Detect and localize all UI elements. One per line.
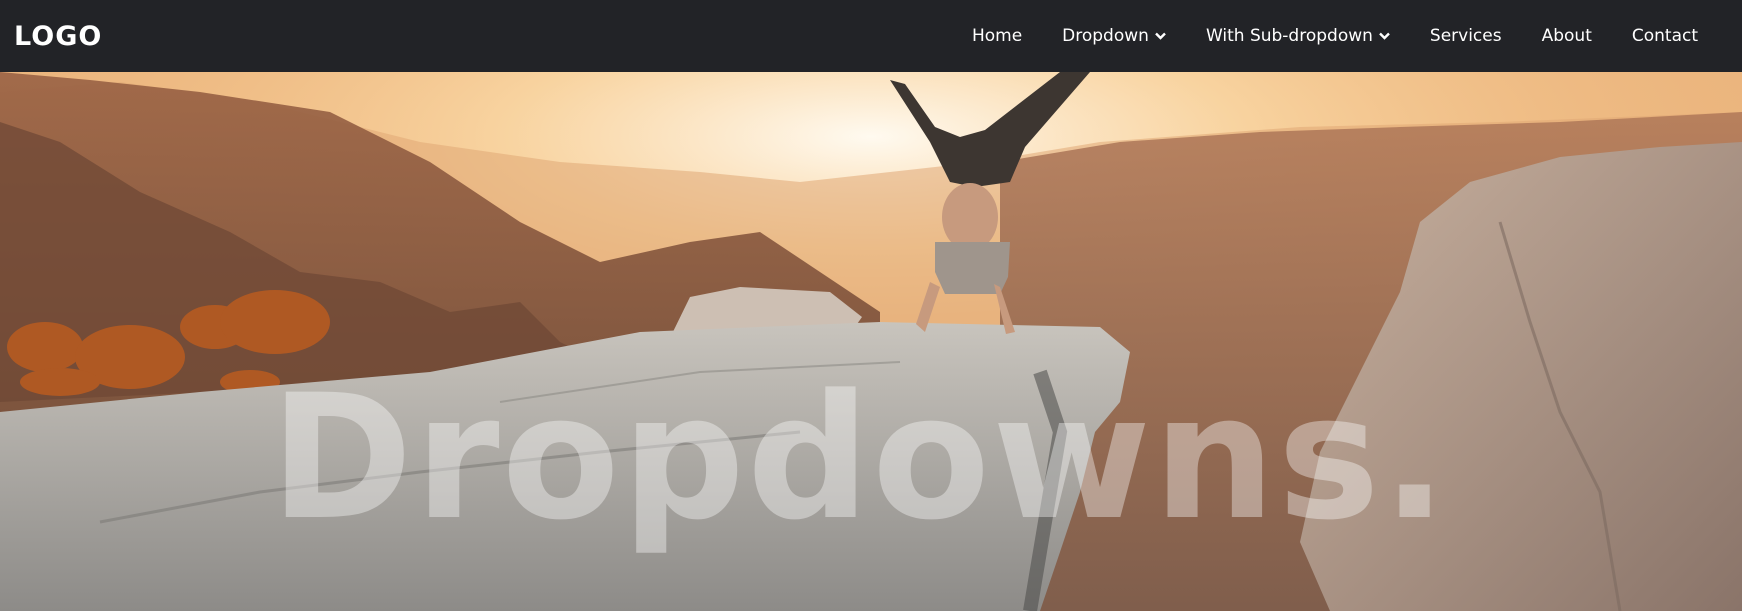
navbar: LOGO Home Dropdown With Sub-dropdown Ser… bbox=[0, 0, 1742, 72]
chevron-down-icon bbox=[1155, 32, 1166, 40]
nav-item-services[interactable]: Services bbox=[1430, 26, 1502, 46]
chevron-down-icon bbox=[1379, 32, 1390, 40]
nav-item-label: Home bbox=[971, 26, 1023, 46]
nav-item-home[interactable]: Home bbox=[972, 26, 1022, 46]
hero-banner: Dropdowns. bbox=[0, 72, 1742, 611]
nav-links: Home Dropdown With Sub-dropdown Services… bbox=[972, 0, 1728, 72]
logo[interactable]: LOGO bbox=[14, 21, 102, 52]
nav-item-dropdown[interactable]: Dropdown bbox=[1062, 26, 1166, 46]
nav-item-contact[interactable]: Contact bbox=[1632, 26, 1698, 46]
nav-item-about[interactable]: About bbox=[1542, 26, 1592, 46]
nav-item-label: With Sub-dropdown bbox=[1205, 26, 1373, 46]
nav-item-label: About bbox=[1541, 26, 1592, 46]
nav-item-label: Services bbox=[1429, 26, 1502, 46]
nav-item-label: Dropdown bbox=[1062, 26, 1149, 46]
nav-item-label: Contact bbox=[1631, 26, 1698, 46]
nav-item-sub-dropdown[interactable]: With Sub-dropdown bbox=[1206, 26, 1390, 46]
hero-title: Dropdowns. bbox=[270, 357, 1450, 558]
